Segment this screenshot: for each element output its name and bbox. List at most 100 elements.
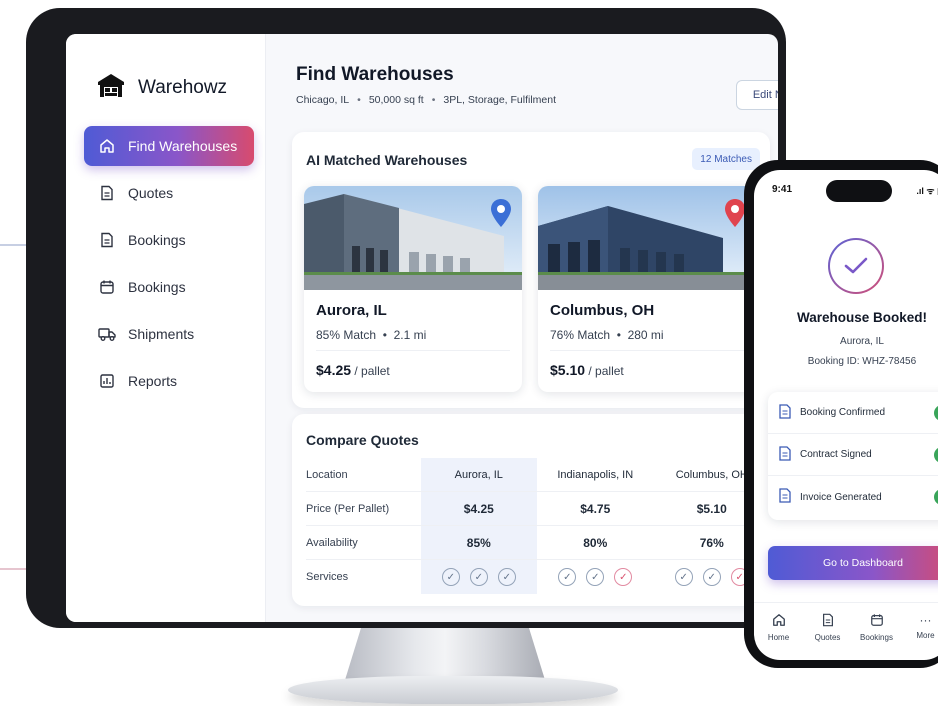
table-cell: 80% bbox=[583, 535, 608, 550]
table-cell: ✓ ✓ ✓ bbox=[420, 560, 538, 594]
check-circle-icon: ✓ bbox=[497, 568, 516, 586]
warehouse-meta: 76% Match • 280 mi bbox=[550, 328, 664, 342]
logo[interactable]: Warehowz bbox=[96, 72, 227, 103]
app-name: Warehowz bbox=[138, 76, 228, 98]
sidebar-item-label: Quotes bbox=[128, 185, 174, 201]
tab-bookings[interactable]: Bookings bbox=[855, 613, 899, 660]
sidebar-item-label: Find Warehouses bbox=[128, 138, 238, 154]
search-location: Chicago, IL bbox=[296, 94, 350, 106]
phone-tab-bar: Home Quotes Bookings ··· More bbox=[754, 602, 938, 660]
check-icon: ✓ bbox=[934, 446, 938, 463]
document-icon bbox=[778, 403, 792, 422]
row-label: Services bbox=[306, 571, 349, 583]
document-icon bbox=[821, 613, 835, 629]
sidebar: Warehowz Find Warehouses Quotes Bookings… bbox=[66, 34, 266, 622]
warehouse-card-columbus[interactable]: Columbus, OH 76% Match • 280 mi $5.10 / … bbox=[538, 186, 756, 392]
ai-matched-card: AI Matched Warehouses 12 Matches Aurora,… bbox=[292, 132, 770, 408]
phone-screen: 9:41 .ıl ᯤ ▮ Warehouse Booked! Aurora, I… bbox=[754, 170, 938, 660]
tab-more[interactable]: ··· More bbox=[904, 613, 938, 660]
check-circle-icon: ✓ bbox=[441, 568, 460, 586]
tab-label: Bookings bbox=[860, 633, 893, 642]
search-services: 3PL, Storage, Fulfilment bbox=[443, 94, 557, 106]
booking-steps-card: Booking Confirmed ✓ Contract Signed ✓ In… bbox=[768, 392, 938, 520]
step-label: Booking Confirmed bbox=[800, 407, 886, 418]
table-row: Location Aurora, IL Indianapolis, IN Col… bbox=[306, 458, 770, 492]
table-cell: 85% bbox=[420, 526, 538, 559]
check-circle-icon: ✓ bbox=[558, 568, 577, 586]
monitor: Warehowz Find Warehouses Quotes Bookings… bbox=[26, 8, 786, 628]
booking-id: Booking ID: WHZ-78456 bbox=[807, 356, 917, 367]
tab-home[interactable]: Home bbox=[757, 613, 801, 660]
sidebar-item-bookings-calendar[interactable]: Bookings bbox=[84, 267, 254, 307]
match-count-badge: 12 Matches bbox=[692, 148, 760, 170]
main-content: Find Warehouses Chicago, IL • 50,000 sq … bbox=[266, 34, 778, 622]
calendar-icon bbox=[870, 613, 884, 629]
table-cell: $4.75 bbox=[580, 501, 611, 516]
sidebar-item-shipments[interactable]: Shipments bbox=[84, 314, 254, 354]
sidebar-item-reports[interactable]: Reports bbox=[84, 361, 254, 401]
map-pin-icon bbox=[490, 198, 512, 233]
go-to-dashboard-button[interactable]: Go to Dashboard bbox=[768, 546, 938, 580]
sidebar-nav: Find Warehouses Quotes Bookings Bookings… bbox=[84, 126, 254, 408]
section-title: AI Matched Warehouses bbox=[306, 152, 468, 168]
row-label: Location bbox=[306, 468, 348, 481]
tab-label: Home bbox=[767, 633, 790, 642]
monitor-stand-base bbox=[288, 676, 618, 704]
check-circle-icon: ✓ bbox=[614, 568, 633, 586]
compare-table: Location Aurora, IL Indianapolis, IN Col… bbox=[306, 458, 770, 594]
price-unit: / pallet bbox=[354, 364, 390, 378]
warehouse-card-aurora[interactable]: Aurora, IL 85% Match • 2.1 mi $4.25 / pa… bbox=[304, 186, 522, 392]
status-icons: .ıl ᯤ ▮ bbox=[916, 186, 938, 196]
tab-label: Quotes bbox=[814, 633, 841, 642]
home-icon bbox=[772, 613, 786, 629]
sidebar-item-find-warehouses[interactable]: Find Warehouses bbox=[84, 126, 254, 166]
success-check-icon bbox=[828, 238, 884, 294]
truck-icon bbox=[98, 325, 116, 343]
separator-dot: • bbox=[379, 328, 394, 342]
phone: 9:41 .ıl ᯤ ▮ Warehouse Booked! Aurora, I… bbox=[744, 160, 938, 668]
warehouse-city: Columbus, OH bbox=[550, 302, 655, 319]
distance: 280 mi bbox=[627, 328, 664, 342]
price-unit: / pallet bbox=[588, 364, 624, 378]
table-cell: Indianapolis, IN bbox=[557, 468, 634, 481]
sidebar-item-quotes[interactable]: Quotes bbox=[84, 173, 254, 213]
monitor-stand-neck bbox=[345, 628, 545, 680]
row-label: Price (Per Pallet) bbox=[306, 502, 390, 515]
warehouse-logo-icon bbox=[96, 72, 126, 103]
warehouse-meta: 85% Match • 2.1 mi bbox=[316, 328, 426, 342]
separator-dot: • bbox=[613, 328, 628, 342]
sidebar-item-label: Shipments bbox=[128, 326, 195, 342]
step-label: Contract Signed bbox=[800, 449, 872, 460]
table-cell: $4.25 bbox=[420, 492, 538, 525]
list-item: Invoice Generated ✓ bbox=[768, 476, 938, 518]
divider bbox=[316, 350, 510, 351]
table-row: Availability 85% 80% 76% bbox=[306, 526, 770, 560]
match-score: 85% Match bbox=[316, 328, 377, 342]
document-icon bbox=[98, 231, 116, 249]
booked-location: Aurora, IL bbox=[840, 336, 884, 347]
calendar-icon bbox=[98, 278, 116, 296]
sidebar-item-label: Bookings bbox=[128, 279, 186, 295]
booked-title: Warehouse Booked! bbox=[796, 310, 928, 325]
match-score: 76% Match bbox=[550, 328, 611, 342]
more-icon: ··· bbox=[919, 613, 932, 627]
list-item: Booking Confirmed ✓ bbox=[768, 392, 938, 434]
warehouse-price: $5.10 / pallet bbox=[550, 362, 624, 378]
page-title: Find Warehouses bbox=[296, 64, 454, 85]
check-circle-icon: ✓ bbox=[586, 568, 605, 586]
sidebar-item-bookings[interactable]: Bookings bbox=[84, 220, 254, 260]
row-label: Availability bbox=[306, 536, 358, 549]
edit-need-button[interactable]: Edit Need bbox=[736, 80, 778, 110]
tab-quotes[interactable]: Quotes bbox=[806, 613, 850, 660]
search-summary: Chicago, IL • 50,000 sq ft • 3PL, Storag… bbox=[296, 94, 556, 106]
table-cell: ✓ ✓ ✓ bbox=[537, 568, 653, 586]
sidebar-item-label: Reports bbox=[128, 373, 178, 389]
stage: Warehowz Find Warehouses Quotes Bookings… bbox=[0, 0, 938, 706]
document-icon bbox=[778, 488, 792, 506]
separator-dot: • bbox=[357, 94, 361, 106]
document-icon bbox=[98, 184, 116, 202]
warehouse-price: $4.25 / pallet bbox=[316, 362, 390, 378]
check-circle-icon: ✓ bbox=[674, 568, 693, 586]
check-circle-icon: ✓ bbox=[702, 568, 721, 586]
check-circle-icon: ✓ bbox=[469, 568, 488, 586]
